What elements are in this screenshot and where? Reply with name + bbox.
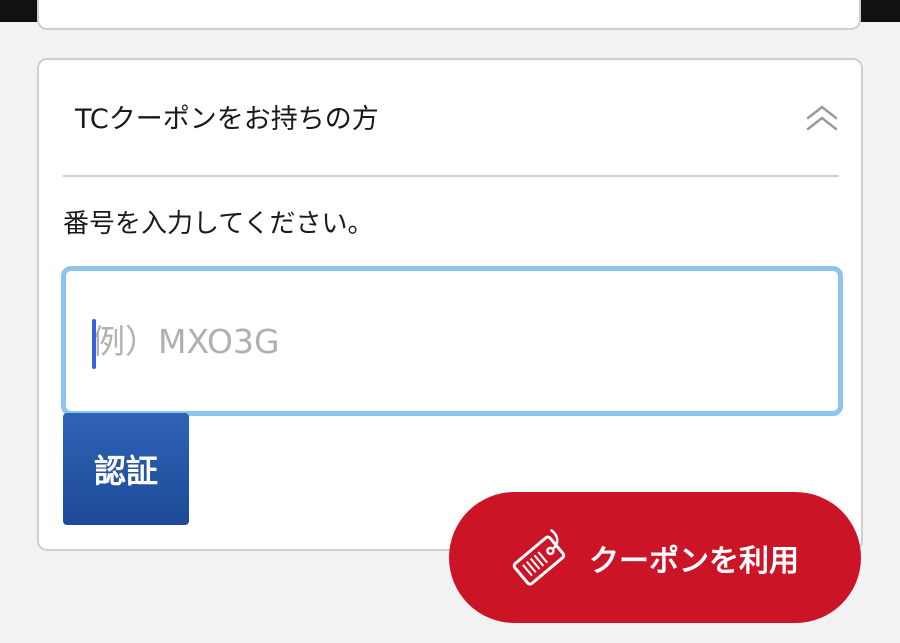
use-coupon-button[interactable]: クーポンを利用 — [449, 492, 861, 623]
coupon-input-wrapper — [61, 266, 843, 416]
coupon-tag-icon — [512, 528, 566, 586]
previous-card — [37, 0, 861, 30]
divider — [63, 175, 839, 177]
coupon-card: TCクーポンをお持ちの方 番号を入力してください。 認証 — [37, 58, 863, 551]
text-caret — [92, 319, 96, 369]
coupon-code-input[interactable] — [66, 271, 838, 411]
authenticate-button[interactable]: 認証 — [63, 413, 189, 525]
use-coupon-label: クーポンを利用 — [589, 543, 799, 579]
coupon-card-title: TCクーポンをお持ちの方 — [75, 104, 379, 135]
coupon-input-prompt: 番号を入力してください。 — [63, 209, 374, 239]
chevron-double-up-icon[interactable] — [805, 104, 839, 134]
